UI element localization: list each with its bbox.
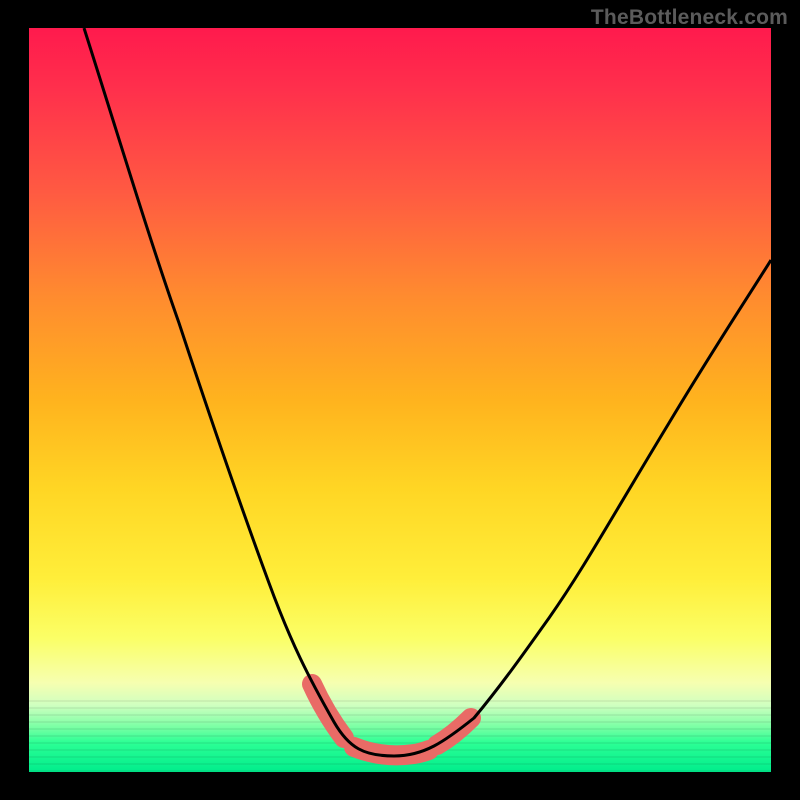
bottleneck-curve [84, 28, 771, 756]
watermark-text: TheBottleneck.com [591, 6, 788, 30]
chart-frame [29, 28, 771, 772]
bottleneck-curve-svg [29, 28, 771, 772]
